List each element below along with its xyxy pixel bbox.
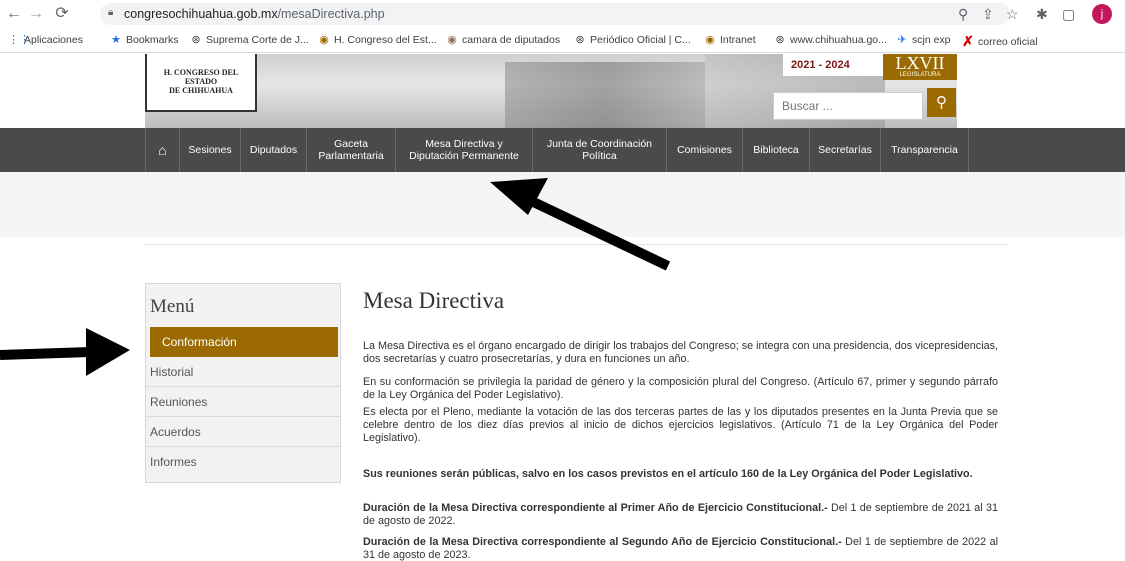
- lock-icon: 🔒︎: [108, 7, 114, 18]
- legislature-badge: LXVII LEGISLATURA: [883, 54, 957, 80]
- seal-icon: ◉: [705, 34, 715, 46]
- nav-diputados[interactable]: Diputados: [241, 128, 307, 172]
- nav-sesiones[interactable]: Sesiones: [180, 128, 241, 172]
- sidebar-menu: Menú Conformación Historial Reuniones Ac…: [145, 283, 341, 483]
- logo-line2: DE CHIHUAHUA: [169, 86, 233, 95]
- extensions-icon[interactable]: ✱: [1036, 4, 1048, 24]
- sidebar-title: Menú: [150, 296, 195, 317]
- bookmark-item[interactable]: ◉ H. Congreso del Est...: [318, 33, 437, 47]
- seal-icon: ◉: [319, 34, 329, 46]
- globe-icon: ⊛: [575, 34, 585, 46]
- forward-arrow-icon[interactable]: →: [26, 4, 46, 24]
- content-top-band: [0, 172, 1125, 237]
- x-icon: ✗: [962, 33, 974, 49]
- address-bar[interactable]: 🔒︎ congresochihuahua.gob.mx/mesaDirectiv…: [100, 3, 1010, 25]
- page-root: ← → ⟳ 🔒︎ congresochihuahua.gob.mx/mesaDi…: [0, 0, 1125, 561]
- nav-comisiones[interactable]: Comisiones: [667, 128, 743, 172]
- bookmark-item[interactable]: ⊛ Suprema Corte de J...: [190, 33, 308, 47]
- main-navbar: ⌂ Sesiones Diputados Gaceta Parlamentari…: [0, 128, 1125, 172]
- nav-secretarias[interactable]: Secretarías: [810, 128, 881, 172]
- logo-line1: H. CONGRESO DEL ESTADO: [163, 68, 239, 86]
- side-panel-icon[interactable]: ▢: [1062, 4, 1075, 24]
- sidebar-item-historial[interactable]: Historial: [146, 357, 340, 387]
- profile-avatar[interactable]: j: [1092, 4, 1112, 24]
- back-arrow-icon[interactable]: ←: [4, 4, 24, 24]
- nav-gaceta[interactable]: Gaceta Parlamentaria: [307, 128, 396, 172]
- bookmark-item[interactable]: ⋮⋮ Aplicaciones: [8, 33, 83, 47]
- nav-junta-coordinacion[interactable]: Junta de Coordinación Política: [533, 128, 667, 172]
- arrow-pointing-sidebar: [0, 328, 130, 376]
- browser-toolbar: ← → ⟳ 🔒︎ congresochihuahua.gob.mx/mesaDi…: [0, 0, 1125, 28]
- bookmark-item[interactable]: ◉ Intranet: [704, 33, 755, 47]
- bookmark-item[interactable]: ★ Bookmarks: [110, 33, 178, 47]
- search-input[interactable]: [773, 92, 923, 120]
- apps-icon: ⋮⋮: [8, 34, 30, 46]
- paragraph-2: En su conformación se privilegia la pari…: [363, 376, 998, 401]
- congress-logo[interactable]: H. CONGRESO DEL ESTADO DE CHIHUAHUA: [145, 54, 257, 112]
- reload-icon[interactable]: ⟳: [52, 4, 72, 24]
- paragraph-1: La Mesa Directiva es el órgano encargado…: [363, 340, 998, 365]
- bookmark-item[interactable]: ◉ camara de diputados: [446, 33, 560, 47]
- globe-icon: ⊛: [191, 34, 201, 46]
- globe-icon: ⊛: [775, 34, 785, 46]
- sidebar-item-reuniones[interactable]: Reuniones: [146, 387, 340, 417]
- site-header: H. CONGRESO DEL ESTADO DE CHIHUAHUA 2021…: [0, 54, 1125, 128]
- paragraph-3: Es electa por el Pleno, mediante la vota…: [363, 406, 998, 444]
- nav-biblioteca[interactable]: Biblioteca: [743, 128, 810, 172]
- page-title: Mesa Directiva: [363, 288, 505, 313]
- bookmark-item[interactable]: ⊛ Periódico Oficial | C...: [574, 33, 690, 47]
- paragraph-5: Duración de la Mesa Directiva correspond…: [363, 502, 998, 527]
- sidebar-item-informes[interactable]: Informes: [146, 447, 340, 477]
- bird-icon: ✈: [897, 34, 907, 46]
- url-text: congresochihuahua.gob.mx/mesaDirectiva.p…: [124, 7, 385, 21]
- zoom-icon[interactable]: ⚲: [958, 4, 968, 24]
- star-icon: ★: [111, 34, 121, 46]
- bookmarks-bar: ⋮⋮ Aplicaciones ★ Bookmarks ⊛ Suprema Corte…: [0, 28, 1125, 53]
- nav-transparencia[interactable]: Transparencia: [881, 128, 969, 172]
- nav-mesa-directiva[interactable]: Mesa Directiva y Diputación Permanente: [396, 128, 533, 172]
- sidebar-item-acuerdos[interactable]: Acuerdos: [146, 417, 340, 447]
- seal-icon: ◉: [447, 34, 457, 46]
- paragraph-4: Sus reuniones serán públicas, salvo en l…: [363, 468, 973, 480]
- paragraph-6: Duración de la Mesa Directiva correspond…: [363, 536, 998, 561]
- bookmark-item[interactable]: ⊛ www.chihuahua.go...: [774, 33, 887, 47]
- sidebar-item-conformacion[interactable]: Conformación: [150, 327, 338, 357]
- search-icon[interactable]: ⚲: [927, 88, 956, 117]
- divider: [145, 244, 1008, 245]
- home-icon[interactable]: ⌂: [145, 128, 180, 172]
- bookmark-star-icon[interactable]: ☆: [1006, 4, 1019, 24]
- share-icon[interactable]: ⇪: [982, 4, 994, 24]
- bookmark-item[interactable]: ✈ scjn exp: [896, 33, 950, 47]
- bookmark-item[interactable]: ✗ correo oficial: [962, 33, 1037, 50]
- legislature-years: 2021 - 2024: [783, 54, 883, 76]
